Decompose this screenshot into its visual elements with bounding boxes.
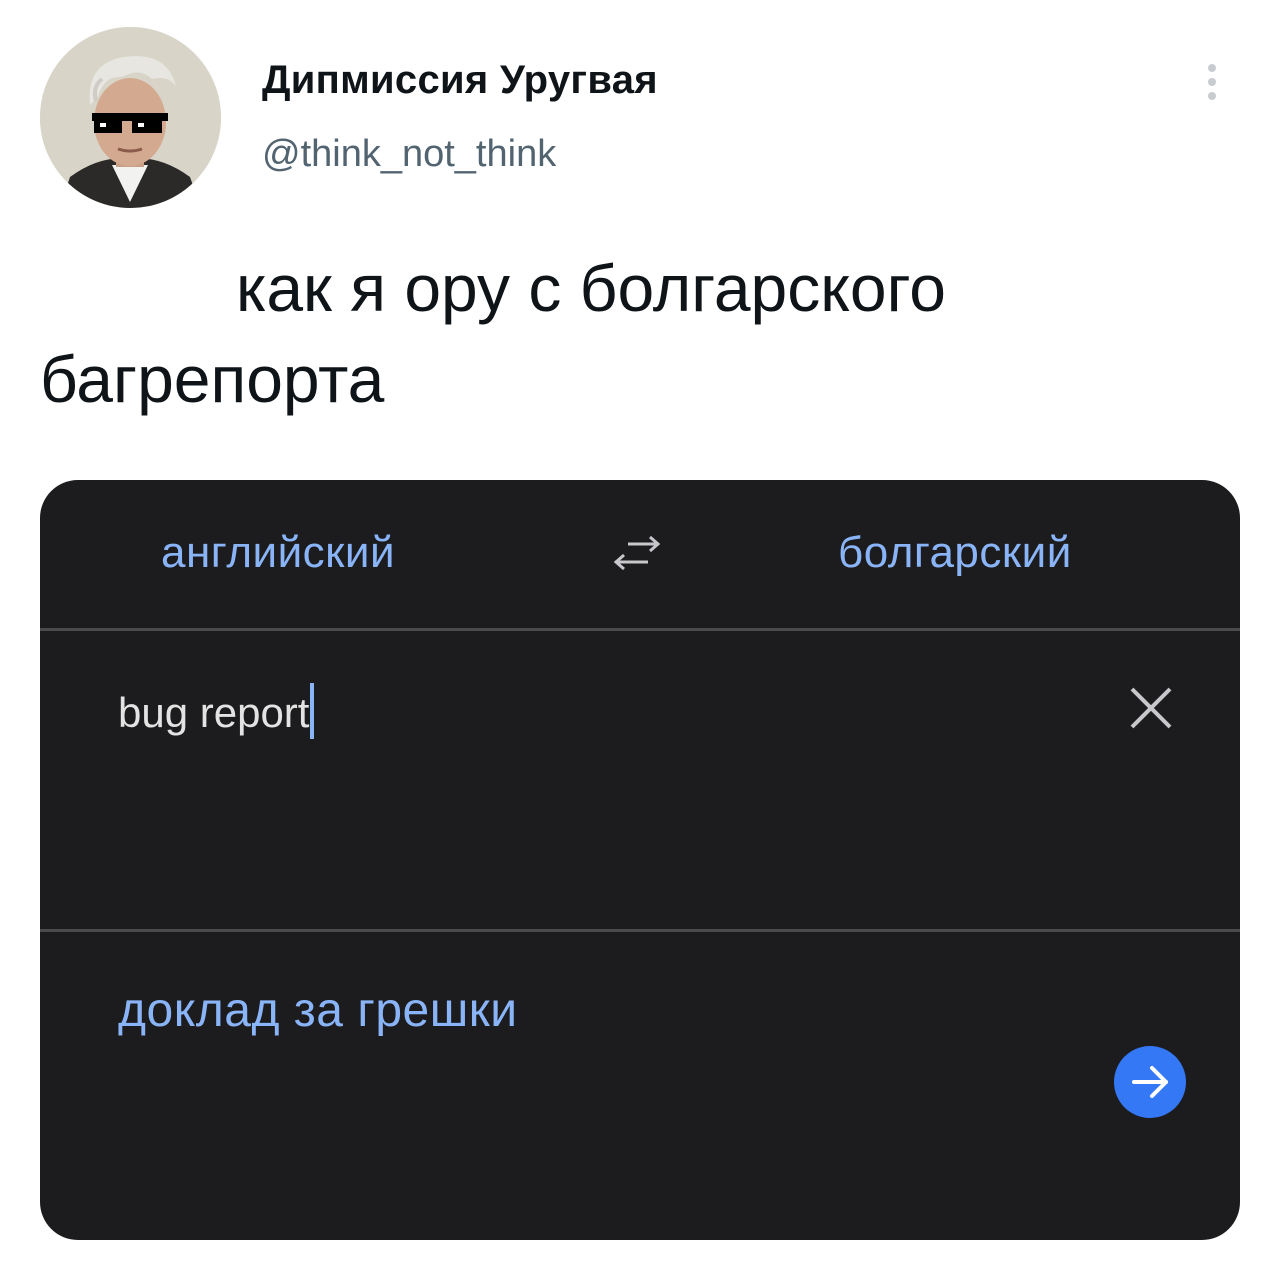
translator-card: [40, 480, 1240, 1240]
source-language-button[interactable]: английский: [161, 528, 395, 578]
translation-output: доклад за грешки: [118, 984, 518, 1037]
header-divider: [40, 628, 1240, 631]
close-icon[interactable]: [1122, 679, 1180, 737]
input-output-divider: [40, 929, 1240, 932]
more-vertical-icon[interactable]: [1198, 60, 1226, 104]
target-language-button[interactable]: болгарский: [838, 528, 1072, 578]
avatar[interactable]: [40, 27, 221, 208]
author-handle[interactable]: @think_not_think: [262, 133, 556, 176]
arrow-right-icon: [1132, 1066, 1168, 1098]
source-text-input[interactable]: bug report: [118, 683, 315, 739]
avatar-image: [40, 27, 221, 208]
author-display-name[interactable]: Дипмиссия Уругвая: [262, 58, 658, 103]
tweet-text: как я ору с болгарского багрепорта: [40, 251, 946, 416]
swap-languages-icon[interactable]: [606, 530, 670, 578]
go-button[interactable]: [1114, 1046, 1186, 1118]
source-text-value: bug report: [118, 689, 310, 736]
text-caret: [310, 683, 315, 739]
